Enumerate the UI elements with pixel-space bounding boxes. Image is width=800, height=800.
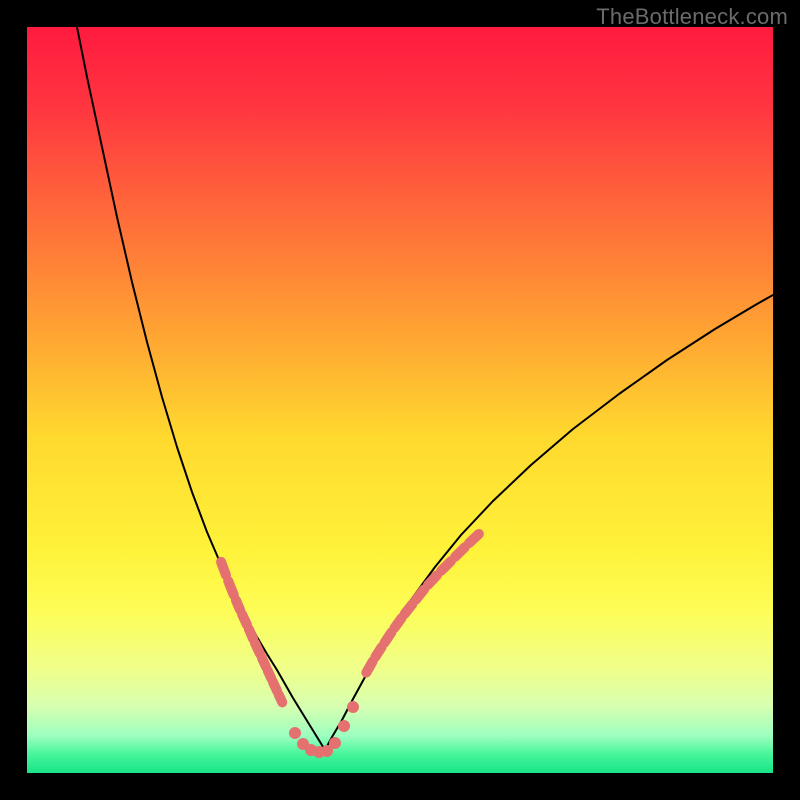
pinch-left-dashes-dash <box>242 614 247 625</box>
pinch-right-dashes-dash <box>375 647 381 657</box>
pinch-left-dashes-dash <box>236 600 240 610</box>
pinch-right-dashes-dash <box>405 604 413 614</box>
pinch-right-dashes-dash <box>441 561 451 571</box>
pinch-right-dashes-dash <box>428 575 437 585</box>
chart-frame: TheBottleneck.com <box>0 0 800 800</box>
valley-bottom-dots-dot <box>289 727 301 739</box>
valley-bottom-dots-dot <box>329 737 341 749</box>
pinch-left-dashes-dash <box>221 562 226 575</box>
pinch-left-dashes-dash <box>279 695 283 703</box>
curve-left <box>77 27 325 750</box>
pinch-left-dashes-dash <box>262 658 266 667</box>
pinch-left-dashes-dash <box>255 643 260 654</box>
pinch-left-dashes-dash <box>273 682 277 691</box>
curves-layer <box>27 27 773 773</box>
pinch-right-dashes-dash <box>366 661 372 672</box>
pinch-right-dashes-dash <box>395 618 402 628</box>
pinch-right-dashes-dash <box>385 632 392 643</box>
pinch-left-dashes-dash <box>249 629 253 639</box>
curve-right <box>325 295 773 750</box>
pinch-right-dashes-dash <box>455 547 465 557</box>
pinch-right-dashes-dash <box>469 534 479 543</box>
pinch-right-dashes-dash <box>416 589 424 600</box>
valley-bottom-dots-dot <box>338 720 350 732</box>
pinch-left-dashes-dash <box>268 671 272 679</box>
valley-bottom-dots-dot <box>347 701 359 713</box>
pinch-left-dashes-dash <box>228 581 234 595</box>
plot-area <box>27 27 773 773</box>
